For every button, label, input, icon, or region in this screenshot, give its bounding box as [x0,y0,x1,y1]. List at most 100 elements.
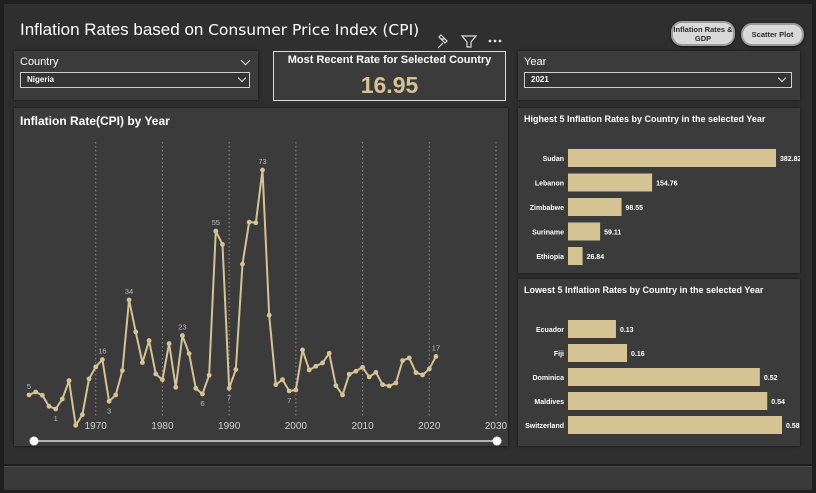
data-point[interactable] [313,363,319,369]
data-point[interactable] [206,372,212,378]
data-point[interactable] [413,370,419,376]
x-tick-label: 1970 [85,421,108,432]
data-point[interactable] [400,358,405,364]
bar[interactable] [568,198,622,216]
data-point[interactable] [180,333,185,338]
data-point[interactable] [113,392,119,398]
scatter-plot-nav-button[interactable]: Scatter Plot [741,23,804,46]
bar[interactable] [568,149,776,167]
data-point[interactable] [326,350,332,356]
data-point[interactable] [99,357,105,362]
data-point[interactable] [106,398,112,404]
data-point[interactable] [86,376,92,382]
highest-bar-chart[interactable]: Sudan 382.82 Lebanon 154.76 Zimbabwe 98.55 Sur… [518,108,800,273]
bar[interactable] [568,344,628,362]
bar[interactable] [568,416,782,434]
data-point[interactable] [300,347,305,353]
data-point[interactable] [59,396,65,402]
category-label: Suriname [532,230,564,237]
collapse-chevron-icon[interactable] [240,55,251,66]
data-point[interactable] [380,382,385,388]
data-point[interactable] [200,391,205,397]
data-point[interactable] [213,228,219,234]
data-point[interactable] [220,242,225,247]
data-point[interactable] [306,367,312,373]
data-point[interactable] [273,382,279,388]
data-point[interactable] [133,329,139,335]
data-point[interactable] [240,261,245,267]
data-point[interactable] [173,384,179,390]
data-point[interactable] [286,388,292,394]
data-point[interactable] [79,412,85,418]
data-point[interactable] [153,371,159,377]
year-slicer-label: Year [524,56,547,68]
data-point[interactable] [360,364,365,370]
data-point[interactable] [333,383,339,389]
bar[interactable] [568,392,768,410]
bar[interactable] [568,320,616,338]
category-label: Sudan [543,156,564,163]
data-point[interactable] [160,377,165,383]
data-point[interactable] [420,372,426,378]
data-point[interactable] [320,360,325,366]
data-point[interactable] [280,377,285,383]
data-point[interactable] [66,378,72,384]
data-label: 6 [200,399,204,408]
kpi-value: 16.95 [360,72,419,98]
data-point[interactable] [233,367,239,373]
bar[interactable] [568,173,653,192]
data-point[interactable] [366,374,372,380]
data-point[interactable] [266,312,272,318]
data-point[interactable] [120,368,125,374]
data-point[interactable] [140,360,145,366]
year-dropdown[interactable]: 2021 [524,72,792,88]
bar[interactable] [568,222,601,241]
page-footer-bar [4,466,812,490]
pin-icon[interactable] [437,34,448,49]
data-point[interactable] [53,406,59,412]
slider-start-handle[interactable] [29,436,39,446]
data-point[interactable] [93,364,99,370]
value-label: 0.16 [631,351,645,358]
line-chart[interactable]: 1970 1980 1990 2000 2010 2020 2030 5 1 16 3 34 23 6 55… [14,108,508,446]
data-point[interactable] [33,389,39,395]
data-point[interactable] [246,219,252,225]
data-point[interactable] [39,392,45,398]
bar[interactable] [568,247,583,265]
data-point[interactable] [46,403,52,409]
data-point[interactable] [433,354,439,359]
data-point[interactable] [226,385,232,391]
data-point[interactable] [426,366,432,372]
data-point[interactable] [126,297,132,303]
data-point[interactable] [166,341,172,346]
data-label: 34 [125,287,133,296]
slider-end-handle[interactable] [492,436,502,446]
data-point[interactable] [146,338,152,343]
country-dropdown[interactable]: Nigeria [20,72,250,88]
data-label: 55 [212,218,220,227]
inflation-gdp-nav-button[interactable]: Inflation Rates & GDP [671,21,735,46]
data-point[interactable] [353,368,359,374]
value-label: 59.11 [604,230,621,237]
bar[interactable] [568,368,760,386]
data-point[interactable] [193,385,199,391]
data-point[interactable] [373,369,379,375]
data-point[interactable] [293,387,299,393]
data-point[interactable] [386,383,392,389]
data-point[interactable] [346,371,352,377]
data-point[interactable] [253,220,259,226]
data-point[interactable] [73,422,79,428]
filter-icon[interactable] [460,35,478,48]
data-point[interactable] [26,392,32,398]
data-label: 7 [227,393,231,402]
lowest-bar-chart[interactable]: Ecuador 0.13 Fiji 0.16 Dominica 0.52 Maldives 0… [518,279,800,446]
x-tick-label: 2020 [418,421,441,432]
category-label: Zimbabwe [530,205,564,212]
data-point[interactable] [393,380,399,386]
more-options-icon[interactable] [488,39,502,43]
data-point[interactable] [340,392,345,398]
data-point[interactable] [406,355,412,361]
data-point[interactable] [260,167,265,173]
data-point[interactable] [186,351,192,356]
category-label: Dominica [532,375,564,382]
